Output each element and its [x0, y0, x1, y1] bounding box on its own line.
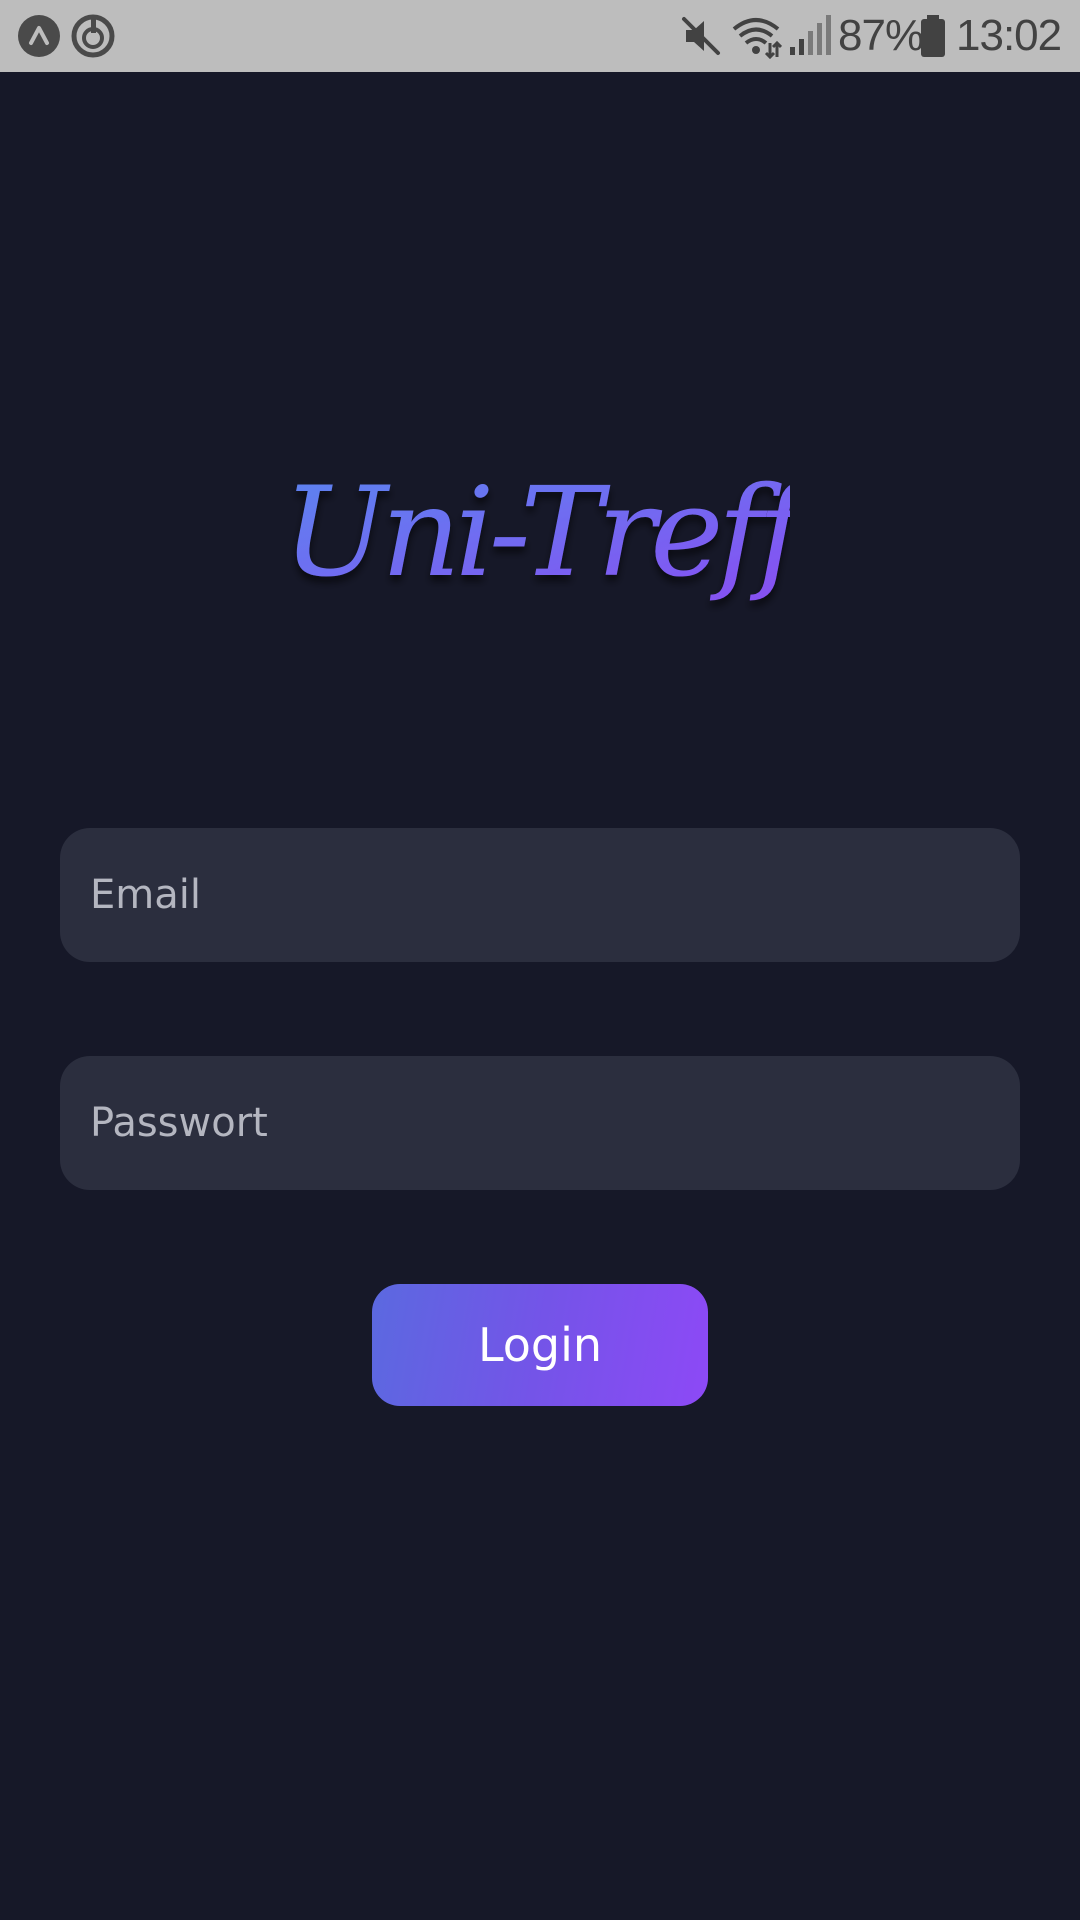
- signal-icon: [790, 15, 831, 55]
- login-screen: 87% 13:02 Uni-Treff Login: [0, 0, 1080, 1920]
- status-bar: 87% 13:02: [0, 0, 1080, 72]
- login-button[interactable]: Login: [372, 1284, 708, 1406]
- sync-notification-icon: [71, 14, 115, 58]
- password-field[interactable]: [60, 1056, 1020, 1190]
- mute-icon: [682, 17, 720, 55]
- battery-percent: 87%: [838, 11, 924, 60]
- password-input[interactable]: [90, 1056, 1020, 1190]
- app-notification-icon: [18, 15, 60, 57]
- email-input[interactable]: [90, 828, 1020, 962]
- wifi-icon: [732, 18, 782, 59]
- clock: 13:02: [956, 11, 1062, 60]
- app-logo: Uni-Treff: [290, 461, 790, 605]
- battery-icon: [921, 15, 945, 57]
- app-logo-text: Uni-Treff: [290, 461, 790, 605]
- email-field[interactable]: [60, 828, 1020, 962]
